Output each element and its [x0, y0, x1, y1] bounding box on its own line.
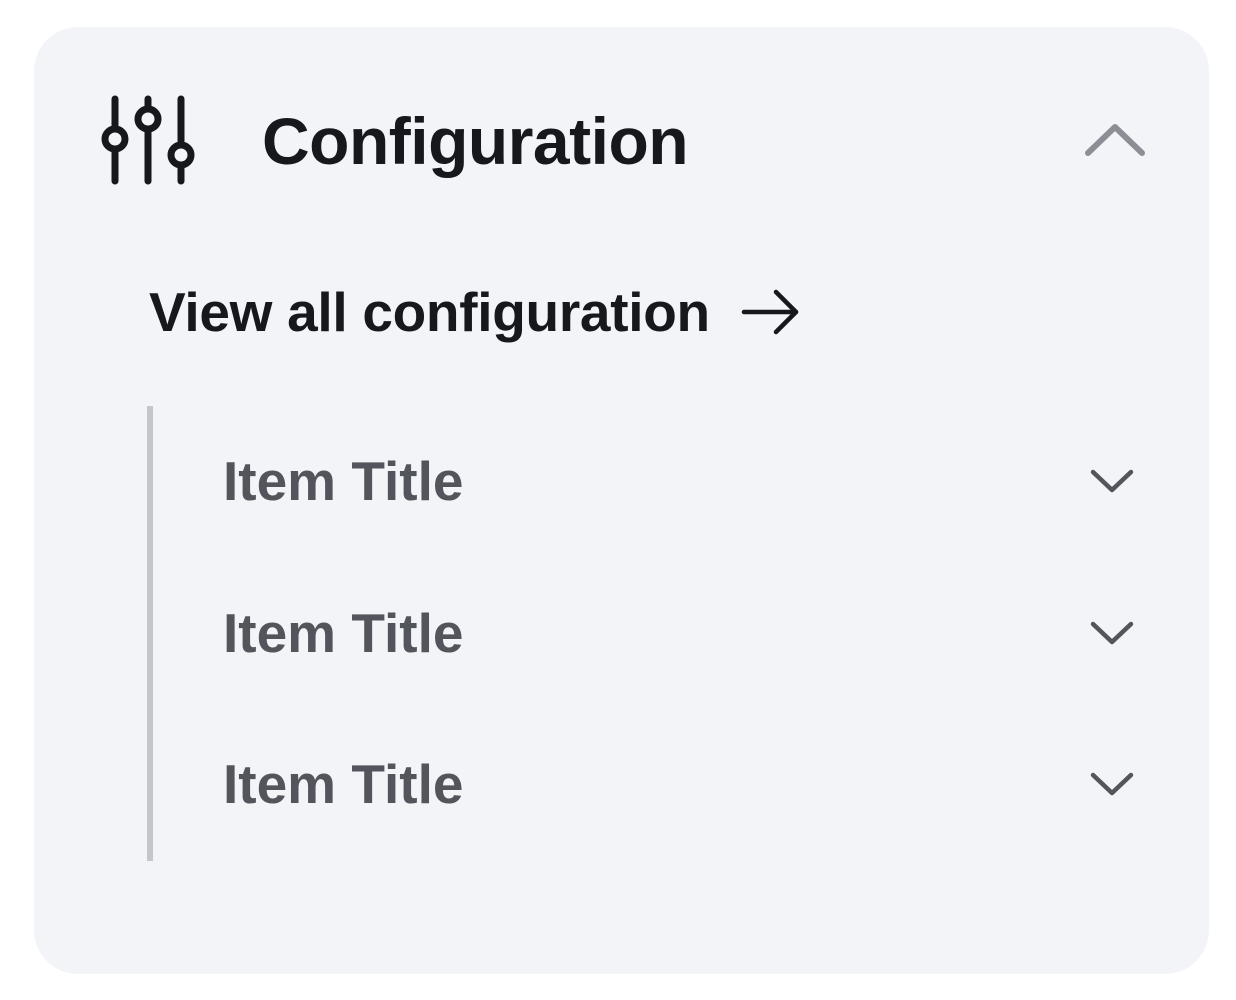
list-item[interactable]: Item Title — [153, 709, 1153, 859]
view-all-label: View all configuration — [149, 281, 710, 343]
chevron-down-icon — [1090, 621, 1134, 645]
chevron-up-icon[interactable] — [1082, 119, 1148, 161]
list-item[interactable]: Item Title — [153, 406, 1153, 556]
chevron-down-icon — [1090, 469, 1134, 493]
view-all-configuration-link[interactable]: View all configuration — [149, 277, 802, 347]
chevron-down-icon — [1090, 772, 1134, 796]
configuration-panel: Configuration View all configuration Ite… — [34, 27, 1209, 974]
sliders-icon — [101, 95, 195, 185]
section-title: Configuration — [262, 104, 689, 178]
arrow-right-icon — [741, 289, 799, 335]
section-header[interactable]: Configuration — [34, 27, 1209, 252]
list-item[interactable]: Item Title — [153, 558, 1153, 708]
item-title: Item Title — [223, 602, 464, 664]
item-title: Item Title — [223, 450, 464, 512]
item-title: Item Title — [223, 753, 464, 815]
